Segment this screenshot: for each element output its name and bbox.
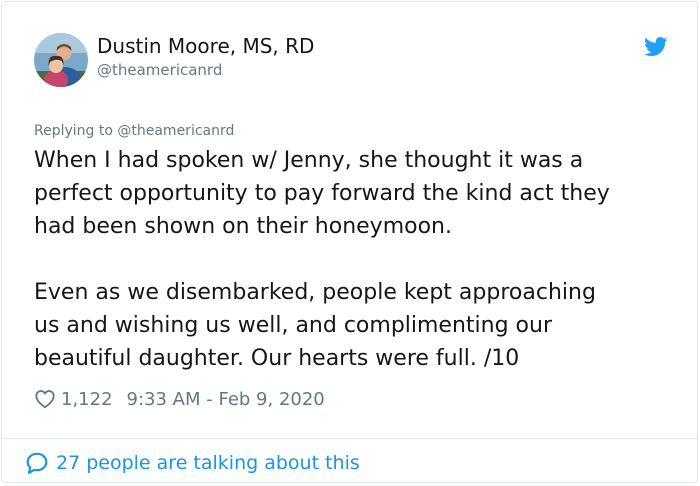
conversation-label[interactable]: 27 people are talking about this <box>56 452 360 474</box>
tweet-text-line: Even as we disembarked, people kept appr… <box>34 280 596 305</box>
tweet-text-line: had been shown on their honeymoon. <box>34 214 452 239</box>
speech-bubble-icon <box>26 452 48 474</box>
avatar-photo <box>34 33 88 87</box>
twitter-bird-icon[interactable] <box>644 36 668 58</box>
avatar[interactable] <box>34 33 88 87</box>
tweet-text: When I had spoken w/ Jenny, she thought … <box>34 144 684 375</box>
user-handle[interactable]: @theamericanrd <box>97 61 222 79</box>
timestamp[interactable]: 9:33 AM - Feb 9, 2020 <box>127 389 325 410</box>
tweet-text-line: beautiful daughter. Our hearts were full… <box>34 346 520 371</box>
conversation-link[interactable]: 27 people are talking about this <box>25 449 360 477</box>
replying-to-label[interactable]: Replying to @theamericanrd <box>34 123 234 139</box>
tweet-text-line: us and wishing us well, and complimentin… <box>34 313 552 338</box>
tweet-card: Dustin Moore, MS, RD @theamericanrd Repl… <box>1 1 698 483</box>
heart-icon[interactable] <box>34 388 56 410</box>
tweet-meta: 1,122 9:33 AM - Feb 9, 2020 <box>34 386 325 412</box>
divider <box>2 438 697 439</box>
tweet-text-line: perfect opportunity to pay forward the k… <box>34 181 610 206</box>
like-count[interactable]: 1,122 <box>61 389 113 410</box>
tweet-text-line: When I had spoken w/ Jenny, she thought … <box>34 148 584 173</box>
display-name[interactable]: Dustin Moore, MS, RD <box>97 34 314 58</box>
paragraph-break <box>34 243 684 276</box>
